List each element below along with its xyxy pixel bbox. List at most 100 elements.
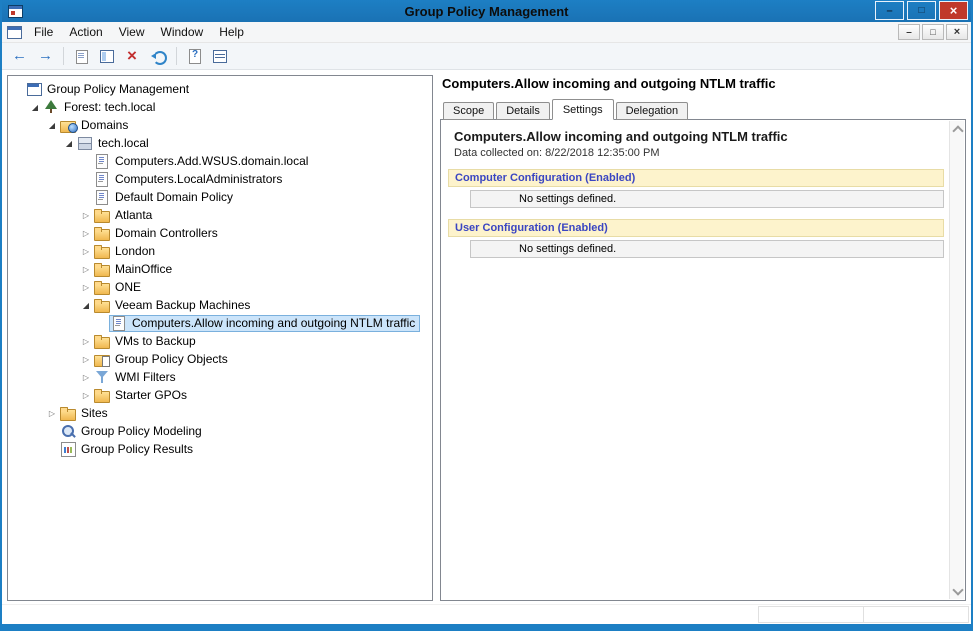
tree-item-body[interactable]: Group Policy Modeling [58, 423, 207, 440]
gpo-icon [94, 190, 110, 204]
tree-item[interactable]: Group Policy Modeling [8, 422, 432, 440]
ou-icon [94, 280, 110, 294]
tree-item-body[interactable]: Computers.Add.WSUS.domain.local [92, 153, 313, 170]
tree-item-body[interactable]: Default Domain Policy [92, 189, 238, 206]
expand-icon[interactable] [80, 355, 92, 364]
show-console-tree-button[interactable] [96, 46, 118, 67]
console-tree-pane[interactable]: Group Policy ManagementForest: tech.loca… [7, 75, 433, 601]
gpo-title: Computers.Allow incoming and outgoing NT… [442, 76, 966, 91]
expand-icon[interactable] [80, 337, 92, 346]
help-icon [186, 49, 202, 64]
gpo-icon [94, 154, 110, 168]
export-list-button[interactable] [70, 46, 92, 67]
close-button[interactable] [939, 1, 968, 20]
tree-item[interactable]: Sites [8, 404, 432, 422]
expand-icon[interactable] [80, 211, 92, 220]
ou-icon [94, 262, 110, 276]
back-button[interactable] [9, 46, 31, 67]
scroll-down-icon[interactable] [950, 583, 964, 599]
tree-item[interactable]: Forest: tech.local [8, 98, 432, 116]
help-button[interactable] [183, 46, 205, 67]
tree-item-body[interactable]: Computers.LocalAdministrators [92, 171, 287, 188]
expand-icon[interactable] [80, 391, 92, 400]
tree-item[interactable]: ONE [8, 278, 432, 296]
tree-item-body[interactable]: Domains [58, 117, 133, 134]
tree-item-body[interactable]: Group Policy Results [58, 441, 198, 458]
expand-icon[interactable] [80, 229, 92, 238]
tree-item[interactable]: WMI Filters [8, 368, 432, 386]
tree-item-body[interactable]: Sites [58, 405, 113, 422]
section-banner[interactable]: Computer Configuration (Enabled) [448, 169, 944, 187]
tree-item[interactable]: Group Policy Management [8, 80, 432, 98]
delete-button[interactable] [122, 46, 144, 67]
tab-delegation[interactable]: Delegation [616, 102, 689, 120]
tree-item-label: Group Policy Objects [115, 352, 228, 366]
expand-icon[interactable] [46, 409, 58, 418]
tree-item[interactable]: Veeam Backup Machines [8, 296, 432, 314]
tree-item[interactable]: tech.local [8, 134, 432, 152]
tab-scope[interactable]: Scope [443, 102, 494, 120]
tree-item-body[interactable]: tech.local [75, 135, 154, 152]
tree-item[interactable]: Domain Controllers [8, 224, 432, 242]
scroll-up-icon[interactable] [950, 121, 964, 137]
tree-item[interactable]: Atlanta [8, 206, 432, 224]
panes-icon [212, 49, 228, 64]
tree-item-body[interactable]: VMs to Backup [92, 333, 201, 350]
report-scrollbar[interactable] [949, 121, 964, 599]
tree-item[interactable]: Computers.Allow incoming and outgoing NT… [8, 314, 432, 332]
tree-item[interactable]: Starter GPOs [8, 386, 432, 404]
tree-item[interactable]: VMs to Backup [8, 332, 432, 350]
title-bar[interactable]: Group Policy Management [2, 0, 971, 22]
mdi-restore-button[interactable] [922, 24, 944, 40]
tree-item-body[interactable]: Atlanta [92, 207, 157, 224]
tree-item-body[interactable]: MainOffice [92, 261, 177, 278]
tab-settings[interactable]: Settings [552, 99, 614, 120]
tree-item[interactable]: Default Domain Policy [8, 188, 432, 206]
tree-item[interactable]: Computers.Add.WSUS.domain.local [8, 152, 432, 170]
tree-item-body[interactable]: Group Policy Objects [92, 351, 233, 368]
view-panes-button[interactable] [209, 46, 231, 67]
mdi-minimize-button[interactable] [898, 24, 920, 40]
tree-item[interactable]: Group Policy Results [8, 440, 432, 458]
tree-item-body[interactable]: Veeam Backup Machines [92, 297, 255, 314]
tree-item[interactable]: Computers.LocalAdministrators [8, 170, 432, 188]
menu-file[interactable]: File [26, 23, 61, 41]
menu-help[interactable]: Help [211, 23, 252, 41]
mmc-console-icon [7, 26, 22, 39]
tree-item-label: Atlanta [115, 208, 152, 222]
expand-icon[interactable] [80, 265, 92, 274]
report-heading: Computers.Allow incoming and outgoing NT… [442, 121, 948, 145]
menu-action[interactable]: Action [61, 23, 110, 41]
tree-item[interactable]: MainOffice [8, 260, 432, 278]
forward-button[interactable] [35, 46, 57, 67]
menu-view[interactable]: View [111, 23, 153, 41]
section-banner[interactable]: User Configuration (Enabled) [448, 219, 944, 237]
minimize-button[interactable] [875, 1, 904, 20]
delete-x-icon [125, 49, 141, 64]
tree-item[interactable]: Domains [8, 116, 432, 134]
expand-icon[interactable] [80, 373, 92, 382]
tree-item-body[interactable]: WMI Filters [92, 369, 181, 386]
expand-icon[interactable] [80, 283, 92, 292]
tab-details[interactable]: Details [496, 102, 550, 120]
tree-item-body[interactable]: Domain Controllers [92, 225, 223, 242]
wmi-icon [94, 370, 110, 384]
collapse-icon[interactable] [29, 103, 41, 112]
menu-window[interactable]: Window [153, 23, 212, 41]
tree-item-body[interactable]: London [92, 243, 160, 260]
refresh-button[interactable] [148, 46, 170, 67]
tree-item-body[interactable]: Starter GPOs [92, 387, 192, 404]
tree-item[interactable]: Group Policy Objects [8, 350, 432, 368]
tree-item-body[interactable]: Computers.Allow incoming and outgoing NT… [109, 315, 420, 332]
mdi-close-button[interactable] [946, 24, 968, 40]
tree-item-body[interactable]: ONE [92, 279, 146, 296]
tree-item-body[interactable]: Group Policy Management [24, 81, 194, 98]
tree-item[interactable]: London [8, 242, 432, 260]
expand-icon[interactable] [80, 247, 92, 256]
arrow-right-icon [38, 49, 54, 64]
maximize-button[interactable] [907, 1, 936, 20]
tree-item-body[interactable]: Forest: tech.local [41, 99, 160, 116]
collapse-icon[interactable] [63, 139, 75, 148]
collapse-icon[interactable] [80, 301, 92, 310]
collapse-icon[interactable] [46, 121, 58, 130]
